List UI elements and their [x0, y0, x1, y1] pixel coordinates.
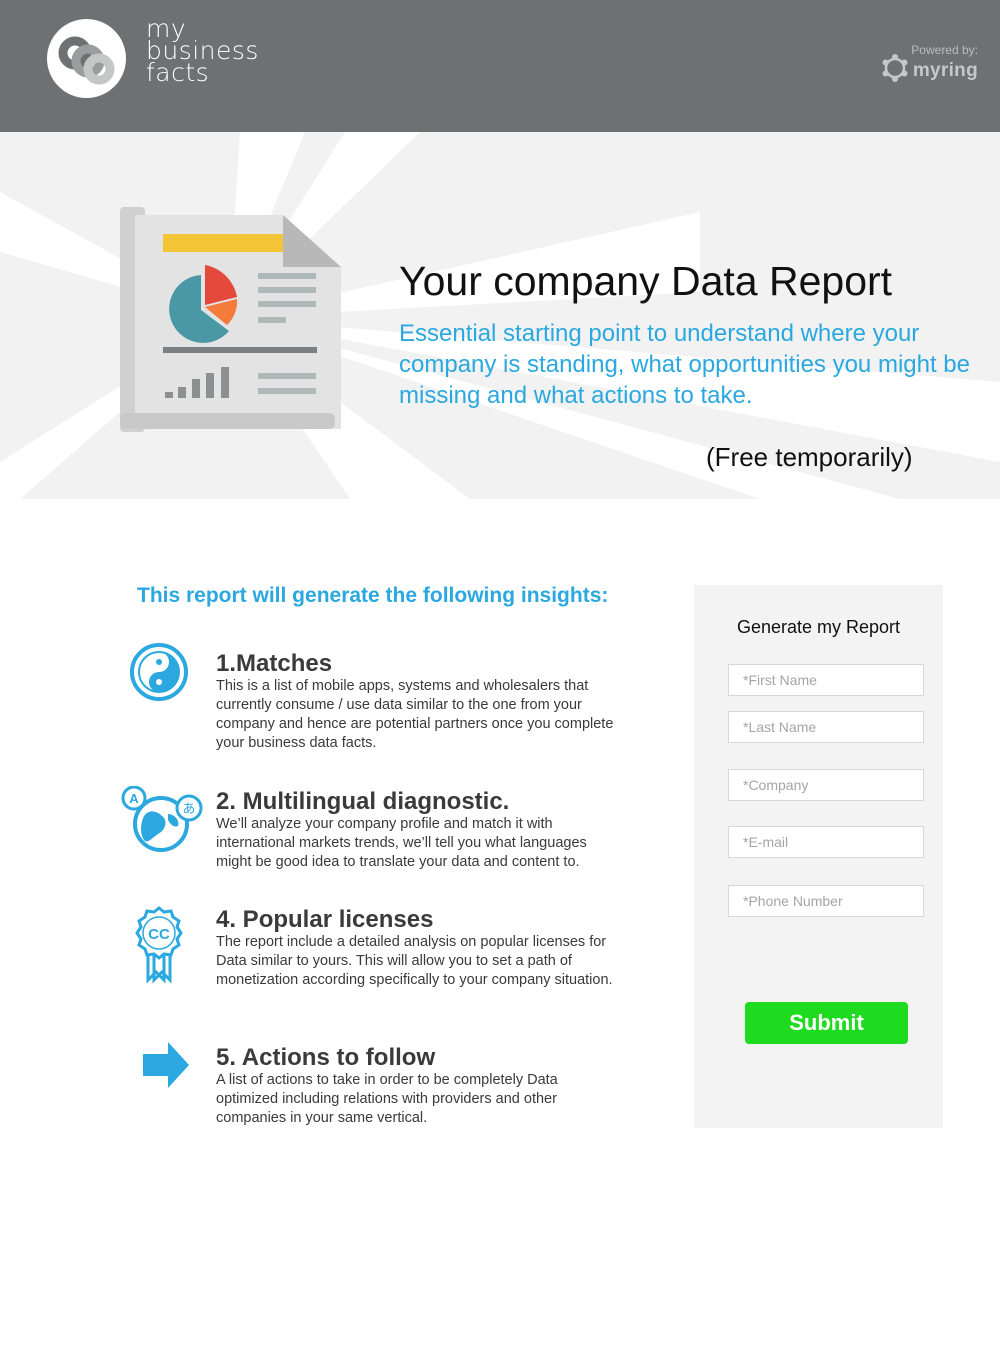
brand-line-facts: facts [146, 58, 210, 87]
arrow-right-icon [141, 1040, 191, 1095]
yin-yang-icon [129, 642, 189, 707]
email-field[interactable] [728, 826, 924, 858]
cc-license-badge-icon: CC [130, 906, 188, 989]
report-document-icon [115, 207, 345, 440]
form-title: Generate my Report [736, 617, 901, 637]
site-header: my business facts Powered by: myring [0, 0, 1000, 132]
partner-name: myring [912, 60, 978, 81]
insight-description: A list of actions to take in order to be… [216, 1072, 558, 1126]
hero-title: Your company Data Report [399, 258, 893, 304]
insight-title: 2. Multilingual diagnostic. [216, 788, 510, 815]
svg-text:A: A [129, 791, 139, 806]
insight-title: 5. Actions to follow [216, 1044, 436, 1071]
myring-ring-icon [881, 54, 909, 88]
last-name-field[interactable] [728, 711, 924, 743]
insights-heading: This report will generate the following … [137, 584, 609, 607]
logo-icon[interactable] [47, 19, 126, 98]
partner-logo[interactable]: myring [881, 54, 978, 88]
powered-by-label: Powered by: [911, 43, 978, 57]
brand-name: my business facts [146, 16, 259, 87]
globe-languages-icon: A あ [118, 785, 204, 857]
insight-description: This is a list of mobile apps, systems a… [216, 678, 614, 751]
svg-text:CC: CC [148, 926, 170, 943]
first-name-field[interactable] [728, 664, 924, 696]
hero-banner: Your company Data Report Essential start… [0, 132, 1000, 499]
report-form: Generate my Report Submit [694, 585, 943, 1128]
insight-title: 4. Popular licenses [216, 906, 434, 933]
phone-field[interactable] [728, 885, 924, 917]
company-field[interactable] [728, 769, 924, 801]
insight-description: We’ll analyze your company profile and m… [216, 816, 587, 870]
insight-description: The report include a detailed analysis o… [216, 934, 613, 988]
insight-title: 1.Matches [216, 650, 333, 677]
hero-free-note: (Free temporarily) [706, 442, 913, 472]
hero-subtitle: Essential starting point to understand w… [399, 320, 970, 409]
submit-button[interactable]: Submit [745, 1002, 908, 1044]
svg-text:あ: あ [182, 802, 195, 817]
